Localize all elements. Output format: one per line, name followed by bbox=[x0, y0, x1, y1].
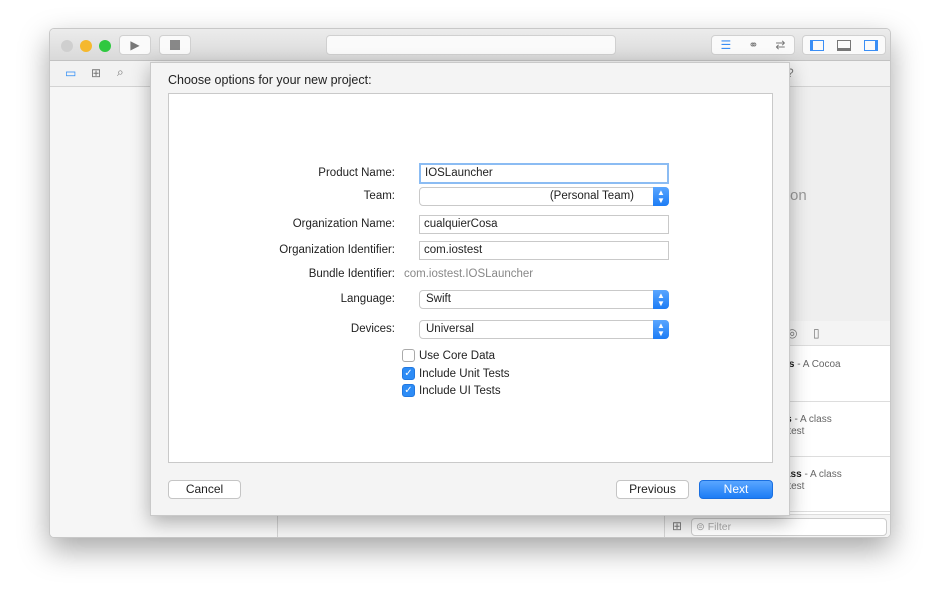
include-ui-tests-checkbox[interactable]: ✓ Include UI Tests bbox=[402, 384, 501, 397]
team-label: Team: bbox=[363, 190, 395, 202]
checkbox-label: Include Unit Tests bbox=[419, 367, 510, 380]
inspector-toggle-icon[interactable] bbox=[864, 39, 879, 51]
product-name-input[interactable]: IOSLauncher bbox=[419, 163, 669, 184]
language-value: Swift bbox=[426, 293, 451, 305]
play-icon: ▶ bbox=[130, 38, 140, 52]
standard-editor-icon[interactable]: ☰ bbox=[721, 38, 732, 52]
checkbox-label: Include UI Tests bbox=[419, 384, 501, 397]
devices-popup[interactable]: Universal ▲ ▼ bbox=[419, 320, 669, 339]
close-button[interactable] bbox=[61, 40, 73, 52]
zoom-button[interactable] bbox=[99, 40, 111, 52]
stop-button[interactable] bbox=[159, 35, 191, 55]
navigator-toggle-icon[interactable] bbox=[809, 39, 824, 51]
filter-placeholder: Filter bbox=[707, 521, 732, 533]
toolbar: ▶ ☰ ⚭ ⇄ bbox=[50, 29, 890, 61]
search-icon[interactable]: ⌕ bbox=[117, 65, 124, 80]
organization-identifier-label: Organization Identifier: bbox=[279, 244, 395, 256]
grid-view-icon[interactable]: ⊞ bbox=[672, 519, 682, 533]
sheet-title: Choose options for your new project: bbox=[168, 73, 372, 87]
run-button[interactable]: ▶ bbox=[119, 35, 151, 55]
organization-name-label: Organization Name: bbox=[292, 218, 395, 230]
filter-icon: ⊜ bbox=[696, 521, 705, 533]
team-popup[interactable]: (Personal Team) ▲ ▼ bbox=[419, 187, 669, 206]
popup-arrows-icon: ▲ ▼ bbox=[653, 187, 669, 206]
product-name-label: Product Name: bbox=[318, 167, 395, 179]
popup-arrows-icon: ▲ ▼ bbox=[653, 290, 669, 309]
team-value: (Personal Team) bbox=[549, 190, 634, 202]
include-unit-tests-checkbox[interactable]: ✓ Include Unit Tests bbox=[402, 367, 510, 380]
previous-button[interactable]: Previous bbox=[616, 480, 689, 499]
next-button[interactable]: Next bbox=[699, 480, 773, 499]
organization-identifier-value: com.iostest bbox=[424, 244, 483, 256]
hierarchy-icon[interactable]: ⊞ bbox=[91, 66, 101, 80]
minimize-button[interactable] bbox=[80, 40, 92, 52]
activity-view bbox=[326, 35, 616, 55]
media-library-icon[interactable]: ▯ bbox=[813, 326, 820, 340]
cancel-button[interactable]: Cancel bbox=[168, 480, 241, 499]
folder-icon[interactable]: ▭ bbox=[65, 66, 76, 80]
checkmark-icon: ✓ bbox=[402, 384, 415, 397]
product-name-value: IOSLauncher bbox=[425, 167, 493, 179]
organization-name-value: cualquierCosa bbox=[424, 218, 498, 230]
devices-value: Universal bbox=[426, 323, 474, 335]
debug-toggle-icon[interactable] bbox=[836, 39, 851, 51]
assistant-editor-icon[interactable]: ⚭ bbox=[748, 38, 758, 52]
checkbox-icon bbox=[402, 349, 415, 362]
new-project-sheet: Choose options for your new project: Pro… bbox=[150, 62, 790, 516]
library-filter-bar: ⊞ ⊜ Filter bbox=[665, 514, 890, 537]
options-panel: Product Name: IOSLauncher Team: (Persona… bbox=[168, 93, 773, 463]
organization-name-input[interactable]: cualquierCosa bbox=[419, 215, 669, 234]
language-popup[interactable]: Swift ▲ ▼ bbox=[419, 290, 669, 309]
popup-arrows-icon: ▲ ▼ bbox=[653, 320, 669, 339]
view-toggle-group bbox=[802, 35, 886, 55]
language-label: Language: bbox=[340, 293, 395, 305]
stop-icon bbox=[170, 40, 180, 50]
devices-label: Devices: bbox=[350, 323, 395, 335]
bundle-identifier-value: com.iostest.IOSLauncher bbox=[404, 268, 534, 280]
organization-identifier-input[interactable]: com.iostest bbox=[419, 241, 669, 260]
checkmark-icon: ✓ bbox=[402, 367, 415, 380]
checkbox-label: Use Core Data bbox=[419, 349, 496, 362]
version-editor-icon[interactable]: ⇄ bbox=[775, 38, 785, 52]
bundle-identifier-label: Bundle Identifier: bbox=[308, 268, 395, 280]
use-core-data-checkbox[interactable]: Use Core Data bbox=[402, 349, 495, 362]
library-filter-input[interactable]: ⊜ Filter bbox=[691, 518, 887, 536]
editor-mode-group: ☰ ⚭ ⇄ bbox=[711, 35, 795, 55]
